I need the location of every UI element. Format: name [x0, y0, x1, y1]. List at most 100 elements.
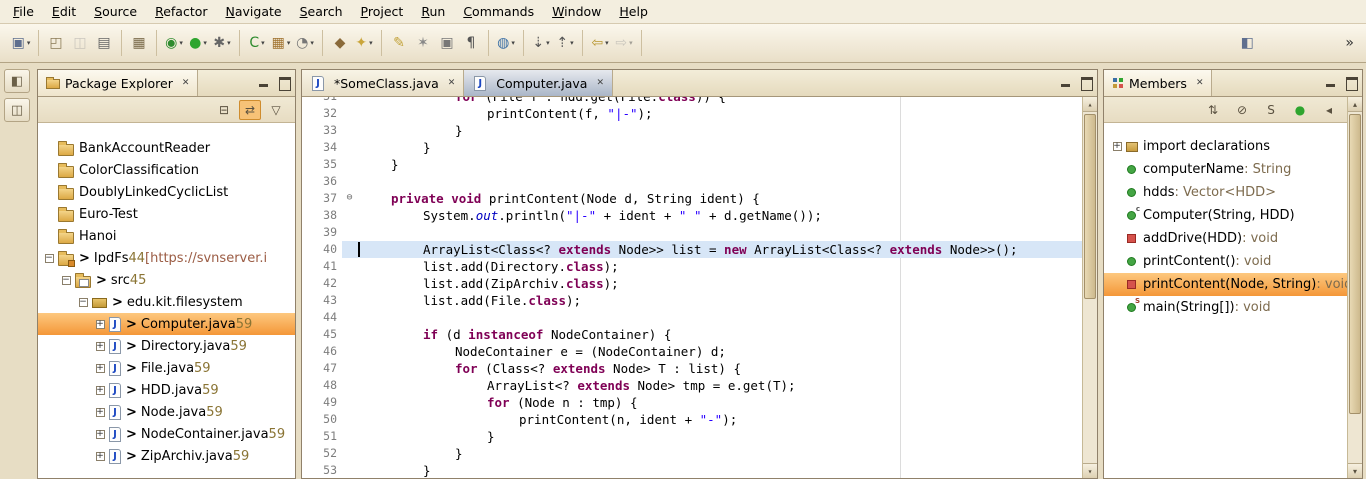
forward-button[interactable]: ⇨▾	[612, 31, 636, 55]
code-line-43[interactable]: 43list.add(File.class);	[302, 292, 1097, 309]
menu-search[interactable]: Search	[291, 0, 352, 23]
maximize-icon[interactable]	[1079, 75, 1094, 90]
export-jar-button[interactable]: ◆	[328, 31, 352, 55]
tree-item-computer-java[interactable]: >Computer.java 59	[38, 313, 295, 335]
menu-run[interactable]: Run	[412, 0, 454, 23]
tree-item-file-java[interactable]: >File.java 59	[38, 357, 295, 379]
member-item-adddrive-hdd[interactable]: addDrive(HDD) : void	[1104, 227, 1362, 250]
code-line-51[interactable]: 51}	[302, 428, 1097, 445]
code-line-35[interactable]: 35}	[302, 156, 1097, 173]
code-line-34[interactable]: 34}	[302, 139, 1097, 156]
close-icon[interactable]	[596, 78, 604, 88]
show-selected-element-button[interactable]: ▣	[435, 31, 459, 55]
editor-tab-computer-java[interactable]: Computer.java	[464, 70, 613, 96]
search-button[interactable]: ✦▾	[352, 31, 376, 55]
member-item-hdds[interactable]: hdds : Vector<HDD>	[1104, 181, 1362, 204]
previous-annotation-button[interactable]: ⇡▾	[553, 31, 577, 55]
save-button[interactable]: ◫	[68, 31, 92, 55]
maximize-icon[interactable]	[277, 75, 292, 90]
tree-item-ipdfs[interactable]: >IpdFs 44 [https://svnserver.i	[38, 247, 295, 269]
close-icon[interactable]	[448, 78, 456, 88]
hide-static-members-button[interactable]: S	[1260, 100, 1282, 120]
code-line-45[interactable]: 45if (d instanceof NodeContainer) {	[302, 326, 1097, 343]
code-line-49[interactable]: 49for (Node n : tmp) {	[302, 394, 1097, 411]
member-item-computername[interactable]: computerName : String	[1104, 158, 1362, 181]
expand-icon[interactable]	[1113, 142, 1122, 151]
code-editor[interactable]: 31for (File f : hdd.get(File.class)) {32…	[302, 97, 1097, 478]
scroll-thumb[interactable]	[1349, 114, 1361, 414]
code-line-39[interactable]: 39	[302, 224, 1097, 241]
scroll-up-icon[interactable]	[1348, 97, 1362, 112]
minimize-icon[interactable]	[257, 75, 272, 90]
member-item-computer-string-hdd[interactable]: cComputer(String, HDD)	[1104, 204, 1362, 227]
menu-navigate[interactable]: Navigate	[217, 0, 291, 23]
hide-non-public-button[interactable]: ●	[1289, 100, 1311, 120]
expand-icon[interactable]	[96, 430, 105, 439]
expand-icon[interactable]	[96, 364, 105, 373]
last-edit-location-button[interactable]: ✶	[411, 31, 435, 55]
code-line-36[interactable]: 36	[302, 173, 1097, 190]
member-item-printcontent[interactable]: printContent() : void	[1104, 250, 1362, 273]
tree-item-hanoi[interactable]: Hanoi	[38, 225, 295, 247]
tree-item-ziparchiv-java[interactable]: >ZipArchiv.java 59	[38, 445, 295, 467]
menu-edit[interactable]: Edit	[43, 0, 85, 23]
code-line-48[interactable]: 48ArrayList<? extends Node> tmp = e.get(…	[302, 377, 1097, 394]
code-line-33[interactable]: 33}	[302, 122, 1097, 139]
code-line-40[interactable]: 40ArrayList<Class<? extends Node>> list …	[302, 241, 1097, 258]
minimize-icon[interactable]	[1324, 75, 1339, 90]
tree-item-directory-java[interactable]: >Directory.java 59	[38, 335, 295, 357]
collapse-all-button[interactable]: ⊟	[213, 100, 235, 120]
menu-project[interactable]: Project	[352, 0, 413, 23]
show-view-tray-button[interactable]: ◫	[4, 98, 30, 122]
tree-item-node-java[interactable]: >Node.java 59	[38, 401, 295, 423]
code-line-41[interactable]: 41list.add(Directory.class);	[302, 258, 1097, 275]
restore-fast-view-button[interactable]: ◧	[4, 69, 30, 93]
expand-icon[interactable]	[96, 342, 105, 351]
show-inherited-button[interactable]: ◂	[1318, 100, 1340, 120]
code-line-53[interactable]: 53}	[302, 462, 1097, 478]
build-all-button[interactable]: ▦	[127, 31, 151, 55]
expand-icon[interactable]	[96, 452, 105, 461]
next-annotation-button[interactable]: ⇣▾	[529, 31, 553, 55]
tree-item-bankaccountreader[interactable]: BankAccountReader	[38, 137, 295, 159]
debug-button[interactable]: ◉▾	[162, 31, 186, 55]
member-item-printcontent-node-string[interactable]: printContent(Node, String) : void	[1104, 273, 1362, 296]
menu-source[interactable]: Source	[85, 0, 146, 23]
code-line-46[interactable]: 46NodeContainer e = (NodeContainer) d;	[302, 343, 1097, 360]
code-line-44[interactable]: 44	[302, 309, 1097, 326]
code-line-32[interactable]: 32printContent(f, "|-");	[302, 105, 1097, 122]
code-line-42[interactable]: 42list.add(ZipArchiv.class);	[302, 275, 1097, 292]
link-with-editor-button[interactable]: ⇄	[239, 100, 261, 120]
collapse-icon[interactable]	[45, 254, 54, 263]
minimize-icon[interactable]	[1059, 75, 1074, 90]
tree-item-euro-test[interactable]: Euro-Test	[38, 203, 295, 225]
tree-item-src[interactable]: >src 45	[38, 269, 295, 291]
tree-item-edu-kit-filesystem[interactable]: >edu.kit.filesystem	[38, 291, 295, 313]
code-line-47[interactable]: 47for (Class<? extends Node> T : list) {	[302, 360, 1097, 377]
close-icon[interactable]	[182, 78, 190, 88]
java-perspective-button[interactable]: ◧	[1235, 31, 1259, 55]
menu-window[interactable]: Window	[543, 0, 610, 23]
editor-tab-someclass-java[interactable]: *SomeClass.java	[302, 70, 464, 96]
menu-help[interactable]: Help	[610, 0, 657, 23]
package-explorer-tab[interactable]: Package Explorer	[38, 70, 198, 96]
menu-commands[interactable]: Commands	[454, 0, 543, 23]
print-button[interactable]: ▤	[92, 31, 116, 55]
menu-refactor[interactable]: Refactor	[146, 0, 216, 23]
external-tools-button[interactable]: ✱▾	[210, 31, 234, 55]
expand-icon[interactable]	[96, 386, 105, 395]
show-whitespace-button[interactable]: ¶	[459, 31, 483, 55]
new-java-package-button[interactable]: ▦▾	[269, 31, 293, 55]
tree-item-hdd-java[interactable]: >HDD.java 59	[38, 379, 295, 401]
member-item-main-string[interactable]: Smain(String[]) : void	[1104, 296, 1362, 319]
collapse-icon[interactable]	[79, 298, 88, 307]
code-line-38[interactable]: 38System.out.println("|-" + ident + " " …	[302, 207, 1097, 224]
sort-button[interactable]: ⇅	[1202, 100, 1224, 120]
new-wizard-button[interactable]: ▣▾	[9, 31, 33, 55]
back-button[interactable]: ⇦▾	[588, 31, 612, 55]
members-tab[interactable]: Members	[1104, 70, 1212, 96]
maximize-icon[interactable]	[1344, 75, 1359, 90]
collapse-icon[interactable]	[62, 276, 71, 285]
expand-icon[interactable]	[96, 408, 105, 417]
fold-collapse-icon[interactable]	[342, 190, 357, 207]
